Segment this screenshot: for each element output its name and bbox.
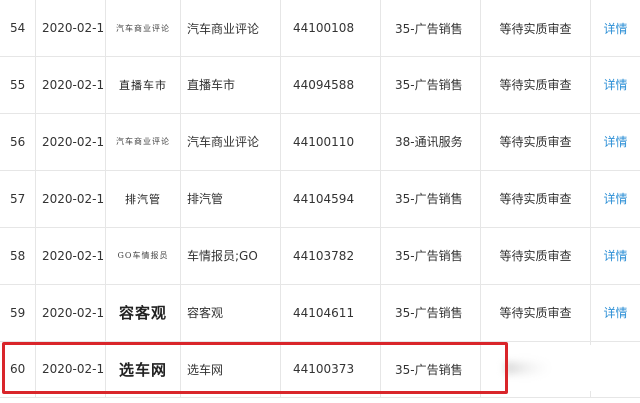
row-number: 58 [0, 227, 36, 284]
trademark-class: 35-广告销售 [381, 0, 481, 56]
trademark-logo-image: 直播车市 [106, 56, 181, 113]
application-date: 2020-02-17 [36, 113, 106, 170]
registration-number: 44100110 [281, 113, 381, 170]
detail-link[interactable]: 详情 [603, 247, 627, 264]
application-date: 2020-02-17 [36, 227, 106, 284]
row-number: 54 [0, 0, 36, 56]
detail-link[interactable]: 详情 [603, 190, 627, 207]
trademark-logo-text: 容客观 [118, 304, 167, 322]
detail-link[interactable]: 详情 [603, 20, 627, 37]
table-row: 54 2020-02-17 汽车商业评论 汽车商业评论 44100108 35-… [0, 0, 640, 57]
registration-number: 44104611 [281, 284, 381, 341]
trademark-logo-text: 汽车商业评论 [116, 137, 170, 146]
registration-number: 44104594 [281, 170, 381, 227]
trademark-table: 54 2020-02-17 汽车商业评论 汽车商业评论 44100108 35-… [0, 0, 640, 403]
row-number: 57 [0, 170, 36, 227]
application-date: 2020-02-17 [36, 0, 106, 56]
row-number: 55 [0, 56, 36, 113]
trademark-status: 等待实质审查 [481, 56, 591, 113]
trademark-class: 35-广告销售 [381, 284, 481, 341]
trademark-logo-text: 排汽管 [125, 192, 161, 206]
registration-number: 44100108 [281, 0, 381, 56]
trademark-class: 35-广告销售 [381, 227, 481, 284]
trademark-logo-text: GO车情报员 [117, 251, 169, 260]
trademark-status: 等待实质审查 [481, 227, 591, 284]
trademark-class: 35-广告销售 [381, 170, 481, 227]
registration-number: 44100373 [281, 341, 381, 397]
trademark-logo-image: 汽车商业评论 [106, 113, 181, 170]
detail-link[interactable]: 详情 [603, 76, 627, 93]
trademark-logo-text: 汽车商业评论 [116, 23, 170, 33]
trademark-name: 直播车市 [181, 56, 281, 113]
trademark-logo-image: 排汽管 [106, 170, 181, 227]
table-row: 58 2020-02-17 GO车情报员 车情报员;GO 44103782 35… [0, 227, 640, 285]
trademark-name: 排汽管 [181, 170, 281, 227]
row-number: 56 [0, 113, 36, 170]
application-date: 2020-02-17 [36, 170, 106, 227]
trademark-logo-text: 直播车市 [119, 78, 167, 92]
application-date: 2020-02-17 [36, 341, 106, 397]
trademark-class: 38-通讯服务 [381, 113, 481, 170]
table-row: 55 2020-02-17 直播车市 直播车市 44094588 35-广告销售… [0, 56, 640, 114]
trademark-name: 车情报员;GO [181, 227, 281, 284]
trademark-logo-text: 选车网 [118, 360, 167, 379]
row-number: 59 [0, 284, 36, 341]
trademark-status: 等待实质审查 [481, 170, 591, 227]
detail-link[interactable]: 详情 [603, 133, 627, 150]
trademark-status: 等待实质审查 [481, 0, 591, 56]
trademark-logo-image: 汽车商业评论 [106, 0, 181, 56]
trademark-name: 容客观 [181, 284, 281, 341]
application-date: 2020-02-17 [36, 284, 106, 341]
trademark-logo-image: 选车网 [106, 341, 181, 397]
trademark-name: 汽车商业评论 [181, 0, 281, 56]
trademark-logo-image: 容客观 [106, 284, 181, 341]
trademark-status: 等待实质审查 [481, 284, 591, 341]
registration-number: 44103782 [281, 227, 381, 284]
row-number: 60 [0, 341, 36, 397]
trademark-status: 等待实质审查 [481, 113, 591, 170]
trademark-class: 35-广告销售 [381, 56, 481, 113]
trademark-name: 汽车商业评论 [181, 113, 281, 170]
trademark-logo-image: GO车情报员 [106, 227, 181, 284]
table-row: 56 2020-02-17 汽车商业评论 汽车商业评论 44100110 38-… [0, 113, 640, 171]
trademark-name: 选车网 [181, 341, 281, 397]
table-row: 59 2020-02-17 容客观 容客观 44104611 35-广告销售 等… [0, 284, 640, 342]
registration-number: 44094588 [281, 56, 381, 113]
trademark-class: 35-广告销售 [381, 341, 481, 397]
detail-link[interactable]: 详情 [603, 304, 627, 321]
application-date: 2020-02-17 [36, 56, 106, 113]
fade-overlay [508, 345, 640, 391]
table-row: 57 2020-02-17 排汽管 排汽管 44104594 35-广告销售 等… [0, 170, 640, 228]
